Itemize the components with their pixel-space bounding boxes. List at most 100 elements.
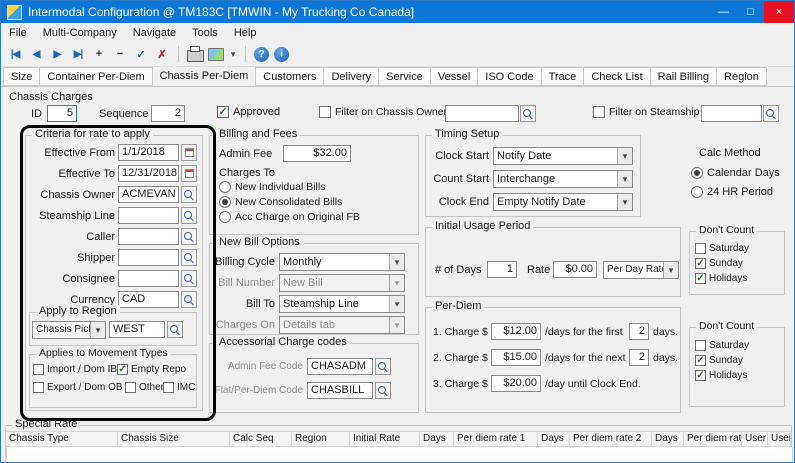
consignee-lookup-button[interactable] [181, 270, 197, 287]
billing-cycle-select[interactable]: Monthly [279, 253, 405, 271]
menu-item-file[interactable]: File [1, 23, 35, 42]
bill-to-select[interactable]: Steamship Line [279, 295, 405, 313]
column-header[interactable]: Per diem rate 1 [454, 431, 538, 447]
column-header[interactable]: Initial Rate [350, 431, 420, 447]
help-button[interactable]: ? [254, 47, 269, 62]
column-header[interactable]: Calc Seq [230, 431, 292, 447]
tab-delivery[interactable]: Delivery [323, 67, 379, 86]
add-record-button[interactable]: + [89, 44, 109, 64]
layout-dropdown-button[interactable]: ▾ [227, 44, 239, 64]
per-diem-saturday-checkbox[interactable]: Saturday [695, 340, 749, 351]
column-header[interactable]: Days [652, 431, 684, 447]
empty-repo-checkbox[interactable]: Empty Repo [117, 364, 186, 375]
effective-from-field[interactable]: 1/1/2018 [118, 144, 179, 161]
rate-type-select[interactable]: Per Day Rate [603, 261, 679, 279]
per-diem-1-amount-field[interactable]: $12.00 [491, 323, 541, 340]
clock-end-select[interactable]: Empty Notify Date [493, 193, 633, 211]
count-start-select[interactable]: Interchange [493, 170, 633, 188]
title-bar[interactable]: Intermodal Configuration @ TM183C [TMWIN… [1, 1, 794, 23]
consignee-field[interactable] [118, 270, 179, 287]
acc-charge-original-fb-radio[interactable]: Acc Charge on Original FB [219, 211, 360, 223]
per-diem-3-amount-field[interactable]: $20.00 [491, 375, 541, 392]
tab-rail-billing[interactable]: Rail Billing [650, 67, 717, 86]
per-diem-sunday-checkbox[interactable]: Sunday [695, 355, 743, 366]
column-header[interactable]: Region [292, 431, 350, 447]
region-field[interactable]: WEST [109, 321, 165, 338]
first-record-button[interactable]: |◀ [5, 44, 25, 64]
tab-service[interactable]: Service [378, 67, 431, 86]
per-diem-holidays-checkbox[interactable]: Holidays [695, 370, 747, 381]
initial-holidays-checkbox[interactable]: Holidays [695, 273, 747, 284]
cancel-button[interactable]: ✗ [152, 44, 172, 64]
new-individual-bills-radio[interactable]: New Individual Bills [219, 181, 325, 193]
tab-container-per-diem[interactable]: Container Per-Diem [39, 67, 152, 86]
effective-to-calendar-button[interactable] [181, 165, 197, 182]
initial-sunday-checkbox[interactable]: Sunday [695, 258, 743, 269]
save-button[interactable]: ✓ [131, 44, 151, 64]
approved-checkbox[interactable]: Approved [217, 106, 280, 118]
previous-record-button[interactable]: ◀ [26, 44, 46, 64]
delete-record-button[interactable]: − [110, 44, 130, 64]
admin-fee-code-field[interactable]: CHASADM [307, 358, 373, 375]
steamship-line-lookup-button[interactable] [181, 207, 197, 224]
print-button[interactable] [185, 44, 205, 64]
imc-checkbox[interactable]: IMC [163, 382, 195, 393]
admin-fee-field[interactable]: $32.00 [283, 145, 351, 162]
region-lookup-button[interactable] [167, 321, 183, 338]
tab-iso-code[interactable]: ISO Code [477, 67, 541, 86]
24-hr-period-radio[interactable]: 24 HR Period [691, 186, 773, 198]
initial-saturday-checkbox[interactable]: Saturday [695, 243, 749, 254]
tab-region[interactable]: Region [716, 67, 767, 86]
export-dom-ob-checkbox[interactable]: Export / Dom OB [33, 382, 123, 393]
shipper-field[interactable] [118, 249, 179, 266]
effective-to-field[interactable]: 12/31/2018 [118, 165, 179, 182]
tab-customers[interactable]: Customers [255, 67, 324, 86]
import-dom-ib-checkbox[interactable]: Import / Dom IB [33, 364, 117, 375]
last-record-button[interactable]: ▶| [68, 44, 88, 64]
tab-trace[interactable]: Trace [541, 67, 585, 86]
tab-vessel[interactable]: Vessel [430, 67, 478, 86]
filter-chassis-owner-lookup-button[interactable] [520, 105, 536, 122]
caller-field[interactable] [118, 228, 179, 245]
sequence-field[interactable]: 2 [151, 105, 185, 122]
chassis-owner-field[interactable]: ACMEVAN [118, 186, 179, 203]
column-header[interactable]: User 1 [742, 431, 768, 447]
filter-chassis-owner-checkbox[interactable]: Filter on Chassis Owner [319, 106, 447, 118]
menu-item-tools[interactable]: Tools [184, 23, 226, 42]
close-button[interactable]: × [764, 1, 794, 23]
column-header[interactable]: Chassis Type [6, 431, 118, 447]
tab-chassis-per-diem[interactable]: Chassis Per-Diem [152, 66, 257, 86]
rate-field[interactable]: $0.00 [553, 261, 597, 278]
new-consolidated-bills-radio[interactable]: New Consolidated Bills [219, 196, 342, 208]
effective-from-calendar-button[interactable] [181, 144, 197, 161]
id-field[interactable]: 5 [47, 105, 77, 122]
steamship-line-field[interactable] [118, 207, 179, 224]
column-header[interactable]: Days [538, 431, 570, 447]
maximize-button[interactable]: □ [737, 1, 764, 23]
flat-per-diem-code-lookup-button[interactable] [375, 382, 391, 399]
tab-size[interactable]: Size [3, 67, 40, 86]
filter-steamship-checkbox[interactable]: Filter on Steamship [593, 106, 699, 118]
filter-chassis-owner-field[interactable] [445, 105, 519, 122]
minimize-button[interactable]: — [710, 1, 737, 23]
column-header[interactable]: User 2 [768, 431, 791, 447]
chassis-owner-lookup-button[interactable] [181, 186, 197, 203]
image-button[interactable] [206, 44, 226, 64]
calendar-days-radio[interactable]: Calendar Days [691, 167, 780, 179]
tab-check-list[interactable]: Check List [583, 67, 650, 86]
table-empty-row[interactable] [6, 447, 793, 463]
menu-item-help[interactable]: Help [226, 23, 265, 42]
shipper-lookup-button[interactable] [181, 249, 197, 266]
num-days-field[interactable]: 1 [487, 261, 517, 278]
menu-item-navigate[interactable]: Navigate [125, 23, 184, 42]
caller-lookup-button[interactable] [181, 228, 197, 245]
admin-fee-code-lookup-button[interactable] [375, 358, 391, 375]
currency-field[interactable]: CAD [118, 291, 179, 308]
next-record-button[interactable]: ▶ [47, 44, 67, 64]
column-header[interactable]: Chassis Size [118, 431, 230, 447]
region-type-select[interactable]: Chassis Pick [32, 321, 106, 339]
filter-steamship-field[interactable] [701, 105, 762, 122]
clock-start-select[interactable]: Notify Date [493, 147, 633, 165]
per-diem-1-days-field[interactable]: 2 [629, 323, 649, 340]
info-button[interactable]: i [274, 47, 289, 62]
